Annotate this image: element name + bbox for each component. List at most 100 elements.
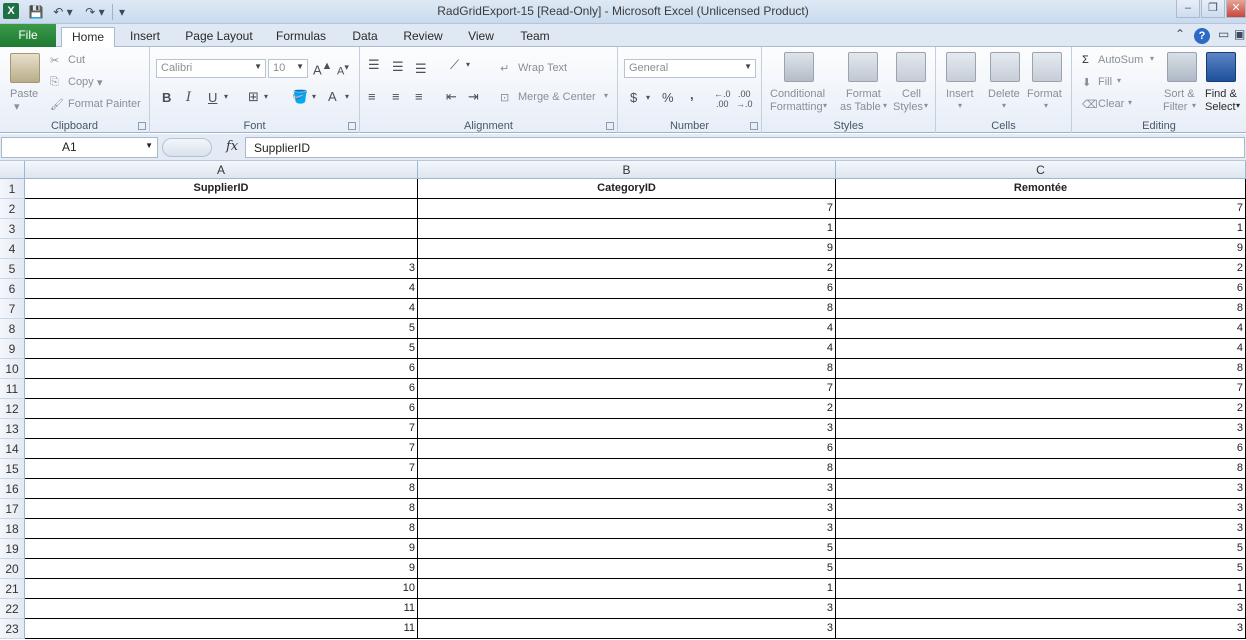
row-header[interactable]: 15 [0, 459, 25, 479]
clear-button[interactable]: Clear [1098, 98, 1124, 110]
delete-dropdown-icon[interactable]: ▾ [1002, 101, 1006, 110]
table-cell[interactable]: 7 [25, 419, 418, 439]
row-header[interactable]: 5 [0, 259, 25, 279]
table-cell[interactable]: 6 [836, 279, 1246, 299]
table-cell[interactable]: 8 [836, 459, 1246, 479]
cell-styles-label-2[interactable]: Styles [893, 101, 923, 113]
insert-cells-icon[interactable] [946, 52, 976, 82]
merge-dropdown-icon[interactable]: ▾ [604, 91, 608, 100]
table-cell[interactable]: 7 [836, 379, 1246, 399]
align-left-icon[interactable]: ≡ [368, 89, 376, 104]
workbook-minimize-icon[interactable]: ▭ [1218, 27, 1229, 41]
insert-function-icon[interactable]: fx [226, 139, 238, 154]
table-cell[interactable]: 3 [836, 599, 1246, 619]
table-cell[interactable]: 8 [836, 299, 1246, 319]
help-icon[interactable]: ? [1194, 28, 1210, 44]
close-button[interactable]: ✕ [1226, 0, 1246, 18]
tab-home[interactable]: Home [61, 27, 115, 48]
sort-dropdown-icon[interactable]: ▾ [1192, 101, 1196, 110]
table-cell[interactable] [25, 219, 418, 239]
row-header[interactable]: 4 [0, 239, 25, 259]
align-top-icon[interactable]: ☰ [368, 57, 380, 73]
table-cell[interactable]: 4 [836, 319, 1246, 339]
table-cell[interactable]: 6 [836, 439, 1246, 459]
table-cell[interactable]: 8 [25, 519, 418, 539]
column-header-a[interactable]: A [25, 161, 418, 179]
align-center-icon[interactable]: ≡ [392, 89, 400, 104]
table-cell[interactable]: 8 [25, 479, 418, 499]
row-header[interactable]: 7 [0, 299, 25, 319]
tab-insert[interactable]: Insert [122, 27, 168, 47]
currency-button[interactable]: $ [630, 90, 637, 105]
table-cell[interactable]: 7 [25, 459, 418, 479]
table-cell[interactable]: 5 [836, 559, 1246, 579]
sort-filter-button[interactable]: Sort & [1164, 88, 1195, 100]
tab-page-layout[interactable]: Page Layout [180, 27, 258, 47]
row-header[interactable]: 16 [0, 479, 25, 499]
table-cell[interactable]: 3 [836, 619, 1246, 639]
row-header[interactable]: 12 [0, 399, 25, 419]
clear-dropdown-icon[interactable]: ▾ [1128, 98, 1132, 107]
column-header-b[interactable]: B [418, 161, 836, 179]
conditional-dropdown-icon[interactable]: ▾ [823, 101, 827, 110]
table-cell[interactable]: 10 [25, 579, 418, 599]
select-all-button[interactable] [0, 161, 25, 179]
fill-dropdown-icon[interactable]: ▾ [1117, 76, 1121, 85]
header-cell[interactable]: Remontée [836, 179, 1246, 199]
tab-view[interactable]: View [460, 27, 502, 47]
row-header[interactable]: 18 [0, 519, 25, 539]
shrink-font-icon[interactable]: A▾ [337, 62, 349, 78]
header-cell[interactable]: CategoryID [418, 179, 836, 199]
comma-button[interactable]: , [690, 87, 694, 102]
find-dropdown-icon[interactable]: ▾ [1236, 101, 1240, 110]
row-header[interactable]: 8 [0, 319, 25, 339]
table-cell[interactable]: 8 [418, 299, 836, 319]
row-header[interactable]: 1 [0, 179, 25, 199]
number-format-combo[interactable]: General ▼ [624, 59, 756, 78]
tab-review[interactable]: Review [398, 27, 448, 47]
row-header[interactable]: 20 [0, 559, 25, 579]
table-cell[interactable]: 1 [418, 579, 836, 599]
table-cell[interactable]: 2 [836, 399, 1246, 419]
table-cell[interactable]: 6 [418, 279, 836, 299]
wrap-text-button[interactable]: Wrap Text [518, 62, 567, 74]
align-bottom-icon[interactable]: ☰ [415, 61, 427, 77]
row-header[interactable]: 19 [0, 539, 25, 559]
font-size-combo[interactable]: 10 ▼ [268, 59, 308, 78]
table-cell[interactable]: 4 [418, 339, 836, 359]
format-cells-icon[interactable] [1032, 52, 1062, 82]
insert-dropdown-icon[interactable]: ▾ [958, 101, 962, 110]
paste-button[interactable]: Paste [10, 88, 38, 100]
font-color-dropdown-icon[interactable]: ▾ [345, 92, 349, 101]
table-cell[interactable]: 6 [25, 359, 418, 379]
paste-icon[interactable] [10, 53, 40, 83]
cut-button[interactable]: Cut [68, 54, 85, 66]
align-right-icon[interactable]: ≡ [415, 89, 423, 104]
row-header[interactable]: 6 [0, 279, 25, 299]
table-cell[interactable]: 8 [418, 359, 836, 379]
format-as-table-icon[interactable] [848, 52, 878, 82]
table-cell[interactable]: 2 [836, 259, 1246, 279]
table-cell[interactable]: 6 [25, 379, 418, 399]
delete-cells-icon[interactable] [990, 52, 1020, 82]
table-cell[interactable]: 4 [418, 319, 836, 339]
copy-button[interactable]: Copy [68, 76, 94, 88]
table-cell[interactable]: 9 [418, 239, 836, 259]
bold-button[interactable]: B [162, 90, 171, 105]
row-header[interactable]: 3 [0, 219, 25, 239]
row-header[interactable]: 11 [0, 379, 25, 399]
table-cell[interactable]: 11 [25, 619, 418, 639]
table-cell[interactable]: 9 [25, 539, 418, 559]
table-cell[interactable]: 3 [836, 519, 1246, 539]
tab-data[interactable]: Data [344, 27, 386, 47]
paste-dropdown-icon[interactable]: ▾ [14, 100, 20, 113]
tab-team[interactable]: Team [514, 27, 556, 47]
borders-icon[interactable]: ⊞ [248, 89, 259, 105]
font-launcher-icon[interactable] [348, 122, 356, 130]
table-cell[interactable]: 8 [418, 459, 836, 479]
underline-button[interactable]: U [208, 90, 217, 105]
table-cell[interactable]: 9 [836, 239, 1246, 259]
table-cell[interactable]: 1 [836, 219, 1246, 239]
row-header[interactable]: 10 [0, 359, 25, 379]
percent-button[interactable]: % [662, 90, 674, 105]
